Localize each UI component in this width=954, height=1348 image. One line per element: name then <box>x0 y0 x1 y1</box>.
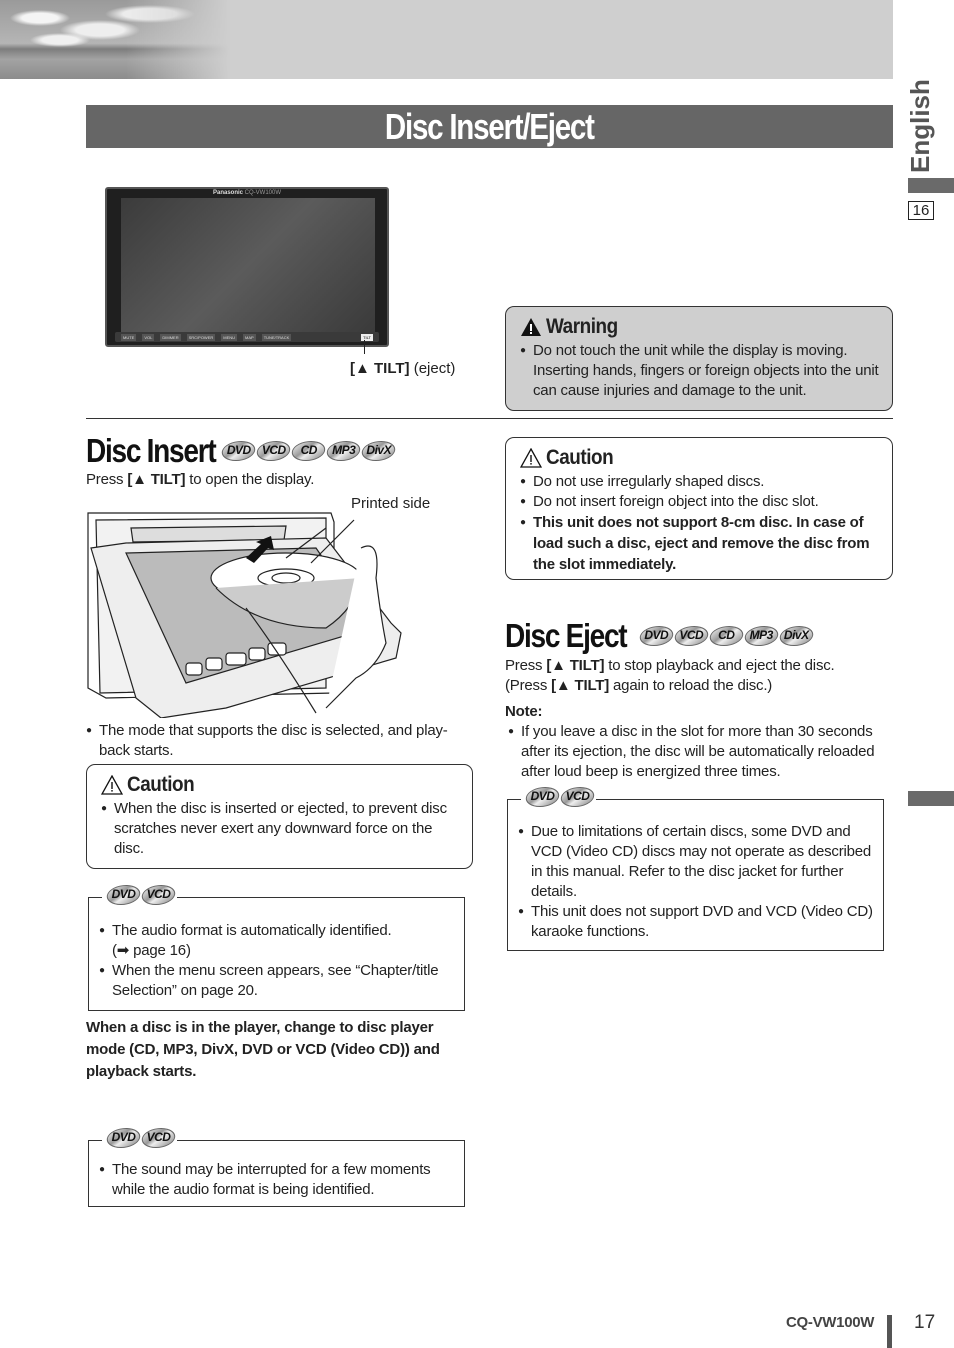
page-ref-link[interactable]: (➡ page 16) <box>112 942 191 959</box>
disc-insert-note: The mode that supports the disc is selec… <box>86 721 471 761</box>
disc-insert-heading: Disc Insert DVD VCD CD MP3 DivX <box>86 432 398 470</box>
device-brand: Panasonic CQ-VW100W <box>212 190 282 196</box>
disc-eject-heading: Disc Eject DVD VCD CD MP3 DivX <box>505 617 816 655</box>
box-item: When the menu screen appears, see “Chapt… <box>99 961 454 1001</box>
dvd-vcd-legend: DVD VCD <box>104 883 178 907</box>
disc-eject-instruction: Press [▲ TILT] to stop playback and ejec… <box>505 657 835 694</box>
mp3-disc-icon: MP3 <box>742 624 781 648</box>
mute-key: MUTE <box>121 333 137 341</box>
warning-title: Warning <box>520 315 880 339</box>
disc-insert-illustration <box>87 512 402 718</box>
caution-title: Caution <box>101 773 460 797</box>
format-badges: DVD VCD CD MP3 DivX <box>219 439 398 463</box>
tilt-key: TILT <box>361 333 373 341</box>
header-banner <box>0 0 893 79</box>
dvd-disc-icon: DVD <box>104 1126 143 1150</box>
section-divider <box>86 418 893 419</box>
warning-box: Warning Do not touch the unit while the … <box>505 306 893 411</box>
caution-triangle-icon <box>520 448 542 468</box>
page-title-bar: Disc Insert/Eject <box>86 105 893 148</box>
caution-item-bold: This unit does not support 8-cm disc. In… <box>520 512 880 575</box>
mp3-disc-icon: MP3 <box>324 439 363 463</box>
side-section-marker <box>908 791 954 806</box>
divx-disc-icon: DivX <box>777 624 816 648</box>
cd-disc-icon: CD <box>707 624 746 648</box>
sky-photo <box>0 0 230 79</box>
box-item: The audio format is automatically identi… <box>99 921 454 961</box>
caution-box-insert: Caution When the disc is inserted or eje… <box>86 764 473 869</box>
box-item: This unit does not support DVD and VCD (… <box>518 902 873 942</box>
language-tab-bar <box>908 178 954 193</box>
note-label: Note: <box>505 703 543 720</box>
language-label: English <box>905 79 935 173</box>
page-title: Disc Insert/Eject <box>385 105 595 147</box>
note-item: If you leave a disc in the slot for more… <box>508 722 893 782</box>
dvd-vcd-box-eject: DVD VCD Due to limitations of certain di… <box>507 787 884 951</box>
format-badges: DVD VCD CD MP3 DivX <box>637 624 816 648</box>
caution-triangle-icon <box>101 775 123 795</box>
dvd-disc-icon: DVD <box>219 439 258 463</box>
dvd-disc-icon: DVD <box>523 785 562 809</box>
caution-item: When the disc is inserted or ejected, to… <box>101 799 460 859</box>
divx-disc-icon: DivX <box>359 439 398 463</box>
dvd-disc-icon: DVD <box>637 624 676 648</box>
footer-bar <box>887 1315 892 1348</box>
section-page-ref: 16 <box>908 201 934 220</box>
note-list: If you leave a disc in the slot for more… <box>508 722 893 782</box>
disc-insert-instruction: Press [▲ TILT] to open the display. <box>86 471 315 488</box>
caution-item: Do not use irregularly shaped discs. <box>520 472 880 492</box>
caution-box-right: Caution Do not use irregularly shaped di… <box>505 437 893 580</box>
eject-callout-line <box>364 340 365 354</box>
dvd-disc-icon: DVD <box>104 883 143 907</box>
device-control-strip: MUTE VOL DIMMER SRC/POWER MENU MAP TUNE/… <box>115 332 379 342</box>
vcd-disc-icon: VCD <box>672 624 711 648</box>
cd-disc-icon: CD <box>289 439 328 463</box>
caution-title: Caution <box>520 446 880 470</box>
disc-mode-paragraph: When a disc is in the player, change to … <box>86 1019 440 1080</box>
eject-callout-label: [▲ TILT] (eject) <box>350 360 456 377</box>
vcd-disc-icon: VCD <box>139 883 178 907</box>
warning-item: Do not touch the unit while the display … <box>520 341 880 401</box>
device-front-photo: Panasonic CQ-VW100W MUTE VOL DIMMER SRC/… <box>105 187 389 347</box>
device-screen <box>121 198 375 333</box>
vol-key: VOL <box>142 333 155 341</box>
footer-model: CQ-VW100W <box>786 1314 875 1331</box>
map-key: MAP <box>243 333 256 341</box>
menu-key: MENU <box>221 333 238 341</box>
dimmer-key: DIMMER <box>160 333 181 341</box>
dvd-vcd-legend: DVD VCD <box>104 1126 178 1150</box>
box-item: The sound may be interrupted for a few m… <box>99 1160 454 1200</box>
vcd-disc-icon: VCD <box>254 439 293 463</box>
caution-item: Do not insert foreign object into the di… <box>520 492 880 512</box>
box-item: Due to limitations of certain discs, som… <box>518 822 873 902</box>
warning-triangle-filled-icon <box>521 318 541 336</box>
dvd-vcd-box-1: DVD VCD The audio format is automaticall… <box>88 885 465 1011</box>
page-number: 17 <box>914 1312 936 1333</box>
tune-track-key: TUNE/TRACK <box>261 333 292 341</box>
vcd-disc-icon: VCD <box>558 785 597 809</box>
language-tab: English <box>905 79 935 178</box>
vcd-disc-icon: VCD <box>139 1126 178 1150</box>
dvd-vcd-legend: DVD VCD <box>523 785 597 809</box>
src-power-key: SRC/POWER <box>186 333 216 341</box>
dvd-vcd-box-2: DVD VCD The sound may be interrupted for… <box>88 1128 465 1207</box>
